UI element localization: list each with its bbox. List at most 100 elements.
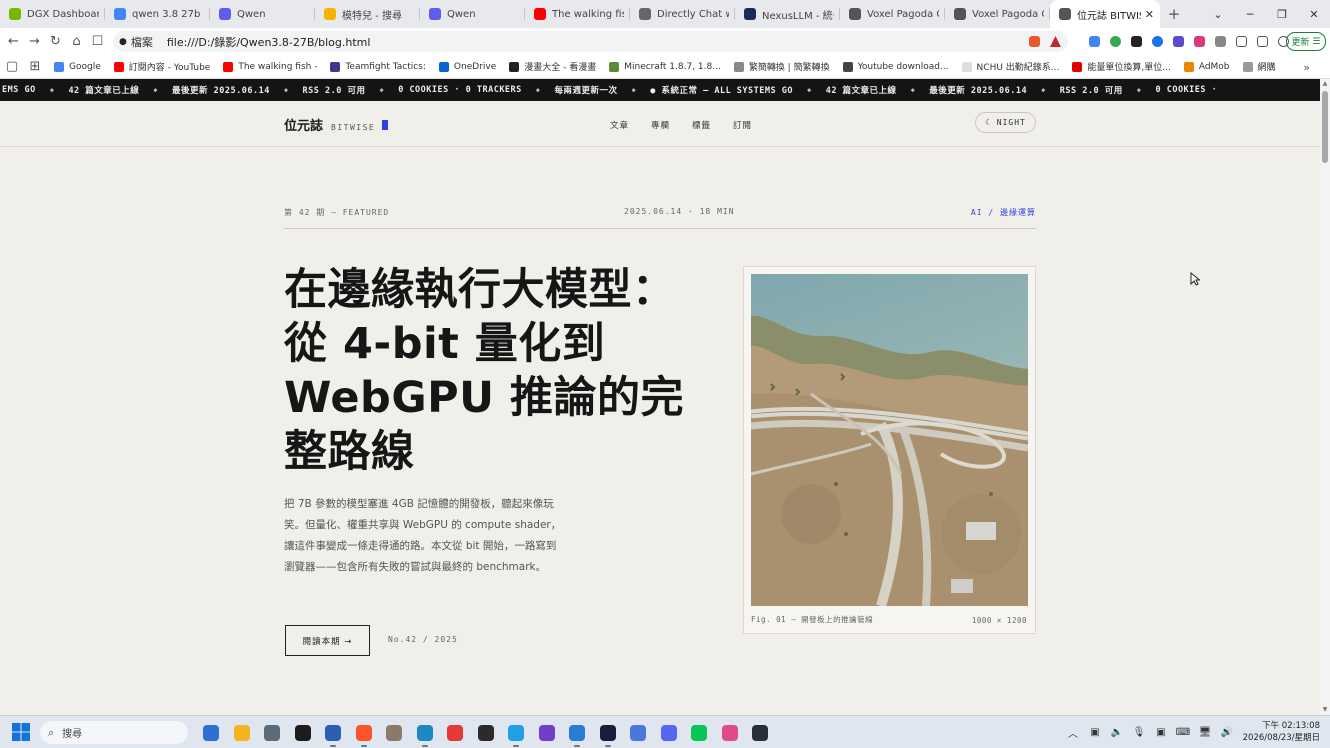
tray-app-icon[interactable]: ▣ bbox=[1150, 727, 1172, 738]
browser-tab[interactable]: Voxel Pagoda Gar bbox=[840, 0, 945, 28]
speaker-icon[interactable]: 🔊 bbox=[1216, 727, 1238, 738]
word-icon[interactable] bbox=[318, 716, 349, 748]
translate-icon[interactable] bbox=[1084, 28, 1105, 55]
vscode-icon[interactable] bbox=[562, 716, 593, 748]
home-button[interactable]: ⌂ bbox=[66, 34, 87, 49]
read-issue-button[interactable]: 閱讀本期 → bbox=[285, 625, 370, 656]
bookmark-favicon-icon bbox=[842, 61, 853, 72]
terminal-icon[interactable] bbox=[471, 716, 502, 748]
new-tab-button[interactable]: + bbox=[1160, 0, 1188, 28]
steam-icon[interactable] bbox=[745, 716, 776, 748]
bookmark-item[interactable]: Google bbox=[54, 55, 101, 79]
update-button[interactable]: 更新 ☰ bbox=[1286, 32, 1326, 51]
browser-tab[interactable]: NexusLLM - 統一 bbox=[735, 0, 840, 28]
brave-icon[interactable] bbox=[349, 716, 380, 748]
bookmark-item[interactable]: AdMob bbox=[1183, 55, 1230, 79]
bookmark-item[interactable]: OneDrive bbox=[438, 55, 496, 79]
more-bookmarks-icon[interactable]: » bbox=[1303, 55, 1310, 79]
bookmark-item[interactable]: 漫畫大全 - 看漫畫 bbox=[509, 55, 596, 79]
scroll-up-icon[interactable]: ▲ bbox=[1320, 79, 1330, 89]
browser-tab[interactable]: Qwen bbox=[420, 0, 525, 28]
maximize-button[interactable]: ❐ bbox=[1266, 0, 1298, 28]
browser-tab[interactable]: qwen 3.8 27b site bbox=[105, 0, 210, 28]
browser-tab[interactable]: DGX Dashboard bbox=[0, 0, 105, 28]
task-view-icon[interactable] bbox=[196, 716, 227, 748]
edge-icon[interactable] bbox=[501, 716, 532, 748]
notepad-icon[interactable] bbox=[288, 716, 319, 748]
bookmark-item[interactable]: Teamfight Tactics: bbox=[330, 55, 426, 79]
audio-icon[interactable] bbox=[1147, 28, 1168, 55]
arc-icon[interactable] bbox=[623, 716, 654, 748]
github-icon[interactable] bbox=[532, 716, 563, 748]
extension-icon[interactable] bbox=[1126, 28, 1147, 55]
bookmark-item[interactable]: Minecraft 1.8.7, 1.8... bbox=[609, 55, 721, 79]
bookmark-icon[interactable]: ☐ bbox=[87, 34, 108, 49]
sidebar-toggle-icon[interactable]: ▢ bbox=[2, 59, 22, 74]
bookmark-list: Google 訂閱內容 - YouTube The walking fish - Te… bbox=[54, 55, 1289, 79]
adblock-icon[interactable] bbox=[1105, 28, 1126, 55]
bookmark-item[interactable]: 能量單位換算,單位... bbox=[1072, 55, 1171, 79]
adobe-icon[interactable] bbox=[593, 716, 624, 748]
apps-grid-icon[interactable]: ⊞ bbox=[22, 59, 48, 74]
browser-tab[interactable]: 模特兒 - 搜尋 bbox=[315, 0, 420, 28]
bookmark-label: AdMob bbox=[1198, 61, 1230, 72]
minimize-button[interactable]: ─ bbox=[1234, 0, 1266, 28]
brave-rewards-icon[interactable] bbox=[1045, 28, 1066, 55]
puzzle-icon[interactable] bbox=[1210, 28, 1231, 55]
bookmark-item[interactable]: 網購 bbox=[1242, 55, 1276, 79]
article-tags[interactable]: AI / 邊緣運算 bbox=[971, 207, 1036, 218]
microphone-icon[interactable]: 🎙 bbox=[1128, 727, 1150, 738]
file-explorer-icon[interactable] bbox=[227, 716, 258, 748]
url-field[interactable]: ● 檔案 file:///D:/錄影/Qwen3.8-27B/blog.html bbox=[113, 31, 1068, 52]
ime-icon[interactable]: ⌨ bbox=[1172, 727, 1194, 738]
bookmark-label: Teamfight Tactics: bbox=[345, 61, 426, 72]
discord-icon[interactable] bbox=[654, 716, 685, 748]
photos-icon[interactable] bbox=[410, 716, 441, 748]
scroll-down-icon[interactable]: ▼ bbox=[1320, 705, 1330, 715]
nav-subscribe[interactable]: 訂閱 bbox=[733, 119, 752, 131]
browser-tab[interactable]: Directly Chat with bbox=[630, 0, 735, 28]
night-mode-button[interactable]: ☾ NIGHT bbox=[975, 112, 1036, 133]
site-logo[interactable]: 位元誌 BITWISE bbox=[284, 115, 389, 134]
wallet-icon[interactable] bbox=[1252, 28, 1273, 55]
network-icon[interactable]: 🖥 bbox=[1194, 727, 1216, 738]
url-text[interactable]: file:///D:/錄影/Qwen3.8-27B/blog.html bbox=[167, 34, 371, 50]
windows-start-icon[interactable] bbox=[12, 723, 30, 741]
tray-overflow-icon[interactable]: ︿ bbox=[1062, 725, 1084, 740]
page-scrollbar[interactable]: ▲ ▼ bbox=[1320, 79, 1330, 715]
sidebar-icon[interactable] bbox=[1231, 28, 1252, 55]
close-tab-icon[interactable]: ✕ bbox=[1145, 8, 1154, 21]
bookmark-item[interactable]: 繁簡轉換 | 簡繁轉換 bbox=[733, 55, 830, 79]
bookmark-item[interactable]: The walking fish - bbox=[223, 55, 317, 79]
volume-icon[interactable]: 🔈 bbox=[1106, 727, 1128, 738]
reload-button[interactable]: ↻ bbox=[45, 34, 66, 49]
browser-tab[interactable]: Voxel Pagoda Gar bbox=[945, 0, 1050, 28]
line-icon[interactable] bbox=[684, 716, 715, 748]
tray-app-icon[interactable]: ▣ bbox=[1084, 727, 1106, 738]
close-window-button[interactable]: ✕ bbox=[1298, 0, 1330, 28]
nav-articles[interactable]: 文章 bbox=[610, 119, 629, 131]
system-clock[interactable]: 下午 02:13:08 2026/08/23/星期日 bbox=[1243, 720, 1320, 744]
info-icon[interactable]: ● bbox=[119, 37, 127, 47]
browser-tab[interactable]: Qwen bbox=[210, 0, 315, 28]
back-button[interactable]: ← bbox=[3, 34, 24, 49]
extension-icon[interactable] bbox=[1168, 28, 1189, 55]
brave-shield-icon[interactable] bbox=[1024, 28, 1045, 55]
browser-tab[interactable]: The walking fish bbox=[525, 0, 630, 28]
nav-tags[interactable]: 標籤 bbox=[692, 119, 711, 131]
app-icon[interactable] bbox=[379, 716, 410, 748]
scroll-thumb[interactable] bbox=[1322, 91, 1328, 163]
tab-search-icon[interactable]: ⌄ bbox=[1202, 0, 1234, 28]
recorder-icon[interactable] bbox=[440, 716, 471, 748]
tab-active[interactable]: 位元誌 BITWIS ✕ bbox=[1050, 0, 1160, 28]
bookmark-item[interactable]: Youtube download... bbox=[842, 55, 949, 79]
headset-icon[interactable] bbox=[715, 716, 746, 748]
bookmark-item[interactable]: NCHU 出勤紀錄系... bbox=[961, 55, 1059, 79]
forward-button[interactable]: → bbox=[24, 34, 45, 49]
qwen-icon bbox=[429, 8, 441, 20]
bookmark-item[interactable]: 訂閱內容 - YouTube bbox=[113, 55, 210, 79]
extension-icon[interactable] bbox=[1189, 28, 1210, 55]
calculator-icon[interactable] bbox=[257, 716, 288, 748]
nav-columns[interactable]: 專欄 bbox=[651, 119, 670, 131]
taskbar-search[interactable]: ⌕ 搜尋 bbox=[40, 721, 188, 744]
